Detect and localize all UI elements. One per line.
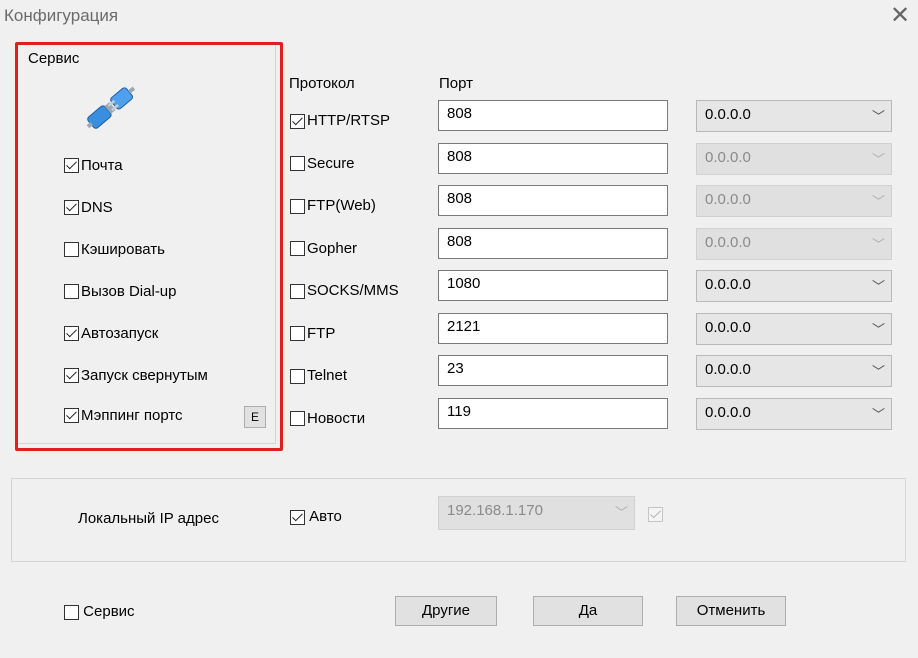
chevron-down-icon: ﹀	[871, 236, 885, 252]
protocol-checkbox-box[interactable]	[290, 411, 305, 427]
close-icon[interactable]: ✕	[890, 2, 910, 30]
service-option[interactable]: Автозапуск	[64, 324, 158, 342]
local-ip-extra-checkbox-box[interactable]	[648, 506, 663, 522]
protocol-checkbox[interactable]: Secure	[290, 155, 355, 172]
cancel-button[interactable]: Отменить	[676, 596, 786, 626]
window-title: Конфигурация	[4, 6, 119, 25]
service-group-legend: Сервис	[26, 50, 82, 67]
service-option-label: Автозапуск	[81, 324, 159, 342]
auto-checkbox-box[interactable]	[290, 509, 305, 525]
plug-icon	[80, 78, 142, 134]
footer-service-checkbox[interactable]: Сервис	[64, 603, 135, 620]
protocol-name: FTP(Web)	[307, 197, 376, 214]
protocol-checkbox[interactable]: Новости	[290, 410, 365, 427]
service-option-label: Кэшировать	[81, 240, 165, 258]
service-option[interactable]: Кэшировать	[64, 240, 165, 258]
ip-select[interactable]: 0.0.0.0 ﹀	[696, 397, 892, 430]
port-input[interactable]: 23	[438, 355, 668, 386]
ip-select-value: 0.0.0.0	[705, 233, 751, 251]
protocol-name: Новости	[307, 409, 366, 427]
chevron-down-icon: ﹀	[871, 109, 885, 124]
ip-select[interactable]: 0.0.0.0 ﹀	[696, 270, 892, 302]
protocol-name: Telnet	[307, 367, 348, 384]
service-option-label: DNS	[81, 198, 113, 216]
footer-service-checkbox-box[interactable]	[64, 604, 79, 620]
local-ip-select[interactable]: 192.168.1.170 ﹀	[438, 496, 635, 530]
chevron-down-icon: ﹀	[871, 151, 885, 167]
protocol-checkbox[interactable]: FTP(Web)	[290, 197, 376, 214]
ip-select[interactable]: 0.0.0.0 ﹀	[696, 312, 892, 345]
ip-select-value: 0.0.0.0	[705, 191, 751, 208]
protocol-checkbox-box[interactable]	[290, 241, 305, 257]
auto-checkbox-label: Авто	[309, 508, 342, 525]
ip-select-value: 0.0.0.0	[705, 276, 751, 293]
service-option-checkbox[interactable]	[64, 241, 79, 257]
protocol-checkbox-box[interactable]	[290, 156, 305, 172]
ip-select-value: 0.0.0.0	[705, 403, 751, 421]
auto-checkbox[interactable]: Авто	[290, 508, 342, 525]
service-option[interactable]: DNS	[64, 198, 113, 216]
chevron-down-icon: ﹀	[871, 279, 885, 294]
ip-select-value: 0.0.0.0	[705, 318, 751, 336]
service-option-checkbox[interactable]	[64, 283, 79, 299]
chevron-down-icon: ﹀	[871, 406, 885, 422]
service-option-checkbox[interactable]	[64, 325, 79, 341]
service-option[interactable]: Мэппинг портс	[64, 406, 201, 424]
chevron-down-icon: ﹀	[871, 321, 885, 337]
chevron-down-icon: ﹀	[871, 364, 885, 379]
chevron-down-icon: ﹀	[614, 505, 628, 520]
port-input[interactable]: 808	[438, 142, 668, 174]
protocol-name: Gopher	[307, 239, 358, 257]
service-option-checkbox[interactable]	[64, 407, 79, 423]
ip-select-value: 0.0.0.0	[705, 106, 751, 123]
protocol-header: Протокол	[289, 75, 355, 92]
service-option-label: Вызов Dial-up	[81, 282, 177, 300]
port-input[interactable]: 808	[438, 185, 668, 216]
port-input[interactable]: 808	[438, 100, 668, 131]
local-ip-value: 192.168.1.170	[447, 502, 543, 519]
chevron-down-icon: ﹀	[871, 194, 885, 209]
port-input[interactable]: 1080	[438, 270, 668, 301]
protocol-checkbox-box[interactable]	[290, 326, 305, 342]
service-option-label: Мэппинг портс	[81, 406, 183, 424]
ip-select-value: 0.0.0.0	[705, 361, 751, 378]
ip-select[interactable]: 0.0.0.0 ﹀	[696, 142, 892, 175]
ip-select-value: 0.0.0.0	[705, 148, 751, 166]
ip-select[interactable]: 0.0.0.0 ﹀	[696, 185, 892, 217]
port-header: Порт	[439, 75, 474, 92]
protocol-checkbox-box[interactable]	[290, 113, 305, 129]
service-option[interactable]: Вызов Dial-up	[64, 282, 177, 300]
ok-button[interactable]: Да	[533, 596, 643, 626]
service-option-checkbox[interactable]	[64, 199, 79, 215]
protocol-checkbox-box[interactable]	[290, 283, 305, 299]
protocol-name: SOCKS/MMS	[307, 282, 399, 299]
protocol-checkbox-box[interactable]	[290, 198, 305, 214]
protocol-checkbox[interactable]: FTP	[290, 325, 335, 342]
ip-select[interactable]: 0.0.0.0 ﹀	[696, 227, 892, 260]
ip-select[interactable]: 0.0.0.0 ﹀	[696, 355, 892, 387]
port-input[interactable]: 808	[438, 227, 668, 259]
protocol-checkbox[interactable]: Gopher	[290, 240, 357, 257]
service-option[interactable]: Почта	[64, 156, 123, 174]
other-button[interactable]: Другие	[395, 596, 497, 626]
service-option-checkbox[interactable]	[64, 157, 79, 173]
port-input[interactable]: 2121	[438, 312, 668, 344]
service-option-label: Почта	[81, 156, 123, 174]
local-ip-label: Локальный IP адрес	[78, 510, 219, 527]
protocol-checkbox[interactable]: SOCKS/MMS	[290, 282, 399, 299]
protocol-name: HTTP/RTSP	[307, 112, 391, 129]
port-input[interactable]: 119	[438, 397, 668, 429]
protocol-checkbox[interactable]: HTTP/RTSP	[290, 112, 390, 129]
service-option-checkbox[interactable]	[64, 367, 79, 383]
protocol-name: Secure	[307, 154, 355, 172]
local-ip-extra-checkbox[interactable]	[648, 505, 663, 522]
protocol-checkbox-box[interactable]	[290, 368, 305, 384]
mapping-settings-button[interactable]: E	[244, 406, 266, 428]
ip-select[interactable]: 0.0.0.0 ﹀	[696, 100, 892, 132]
protocol-checkbox[interactable]: Telnet	[290, 367, 347, 384]
protocol-name: FTP	[307, 324, 336, 342]
service-option[interactable]: Запуск свернутым	[64, 366, 251, 384]
service-option-label: Запуск свернутым	[81, 366, 208, 384]
footer-service-label: Сервис	[83, 603, 135, 620]
